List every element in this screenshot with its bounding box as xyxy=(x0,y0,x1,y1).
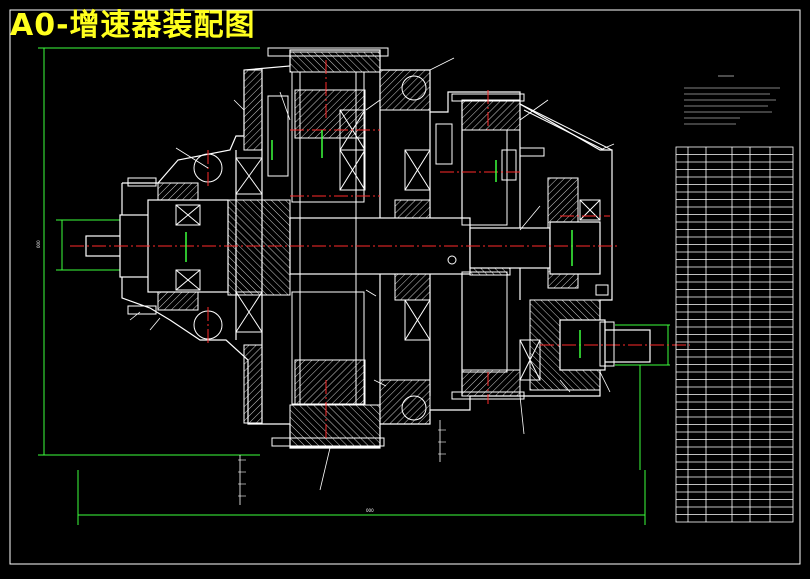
drawing-frame: 000 000 xyxy=(0,0,810,575)
overall-width-dim: 000 xyxy=(366,508,374,513)
bom-table xyxy=(675,146,794,523)
technical-notes xyxy=(684,75,780,125)
drawing-title: A0-增速器装配图 xyxy=(10,8,256,43)
assembly-drawing: 000 000 xyxy=(9,9,801,565)
overall-height-dim: 000 xyxy=(36,240,41,248)
